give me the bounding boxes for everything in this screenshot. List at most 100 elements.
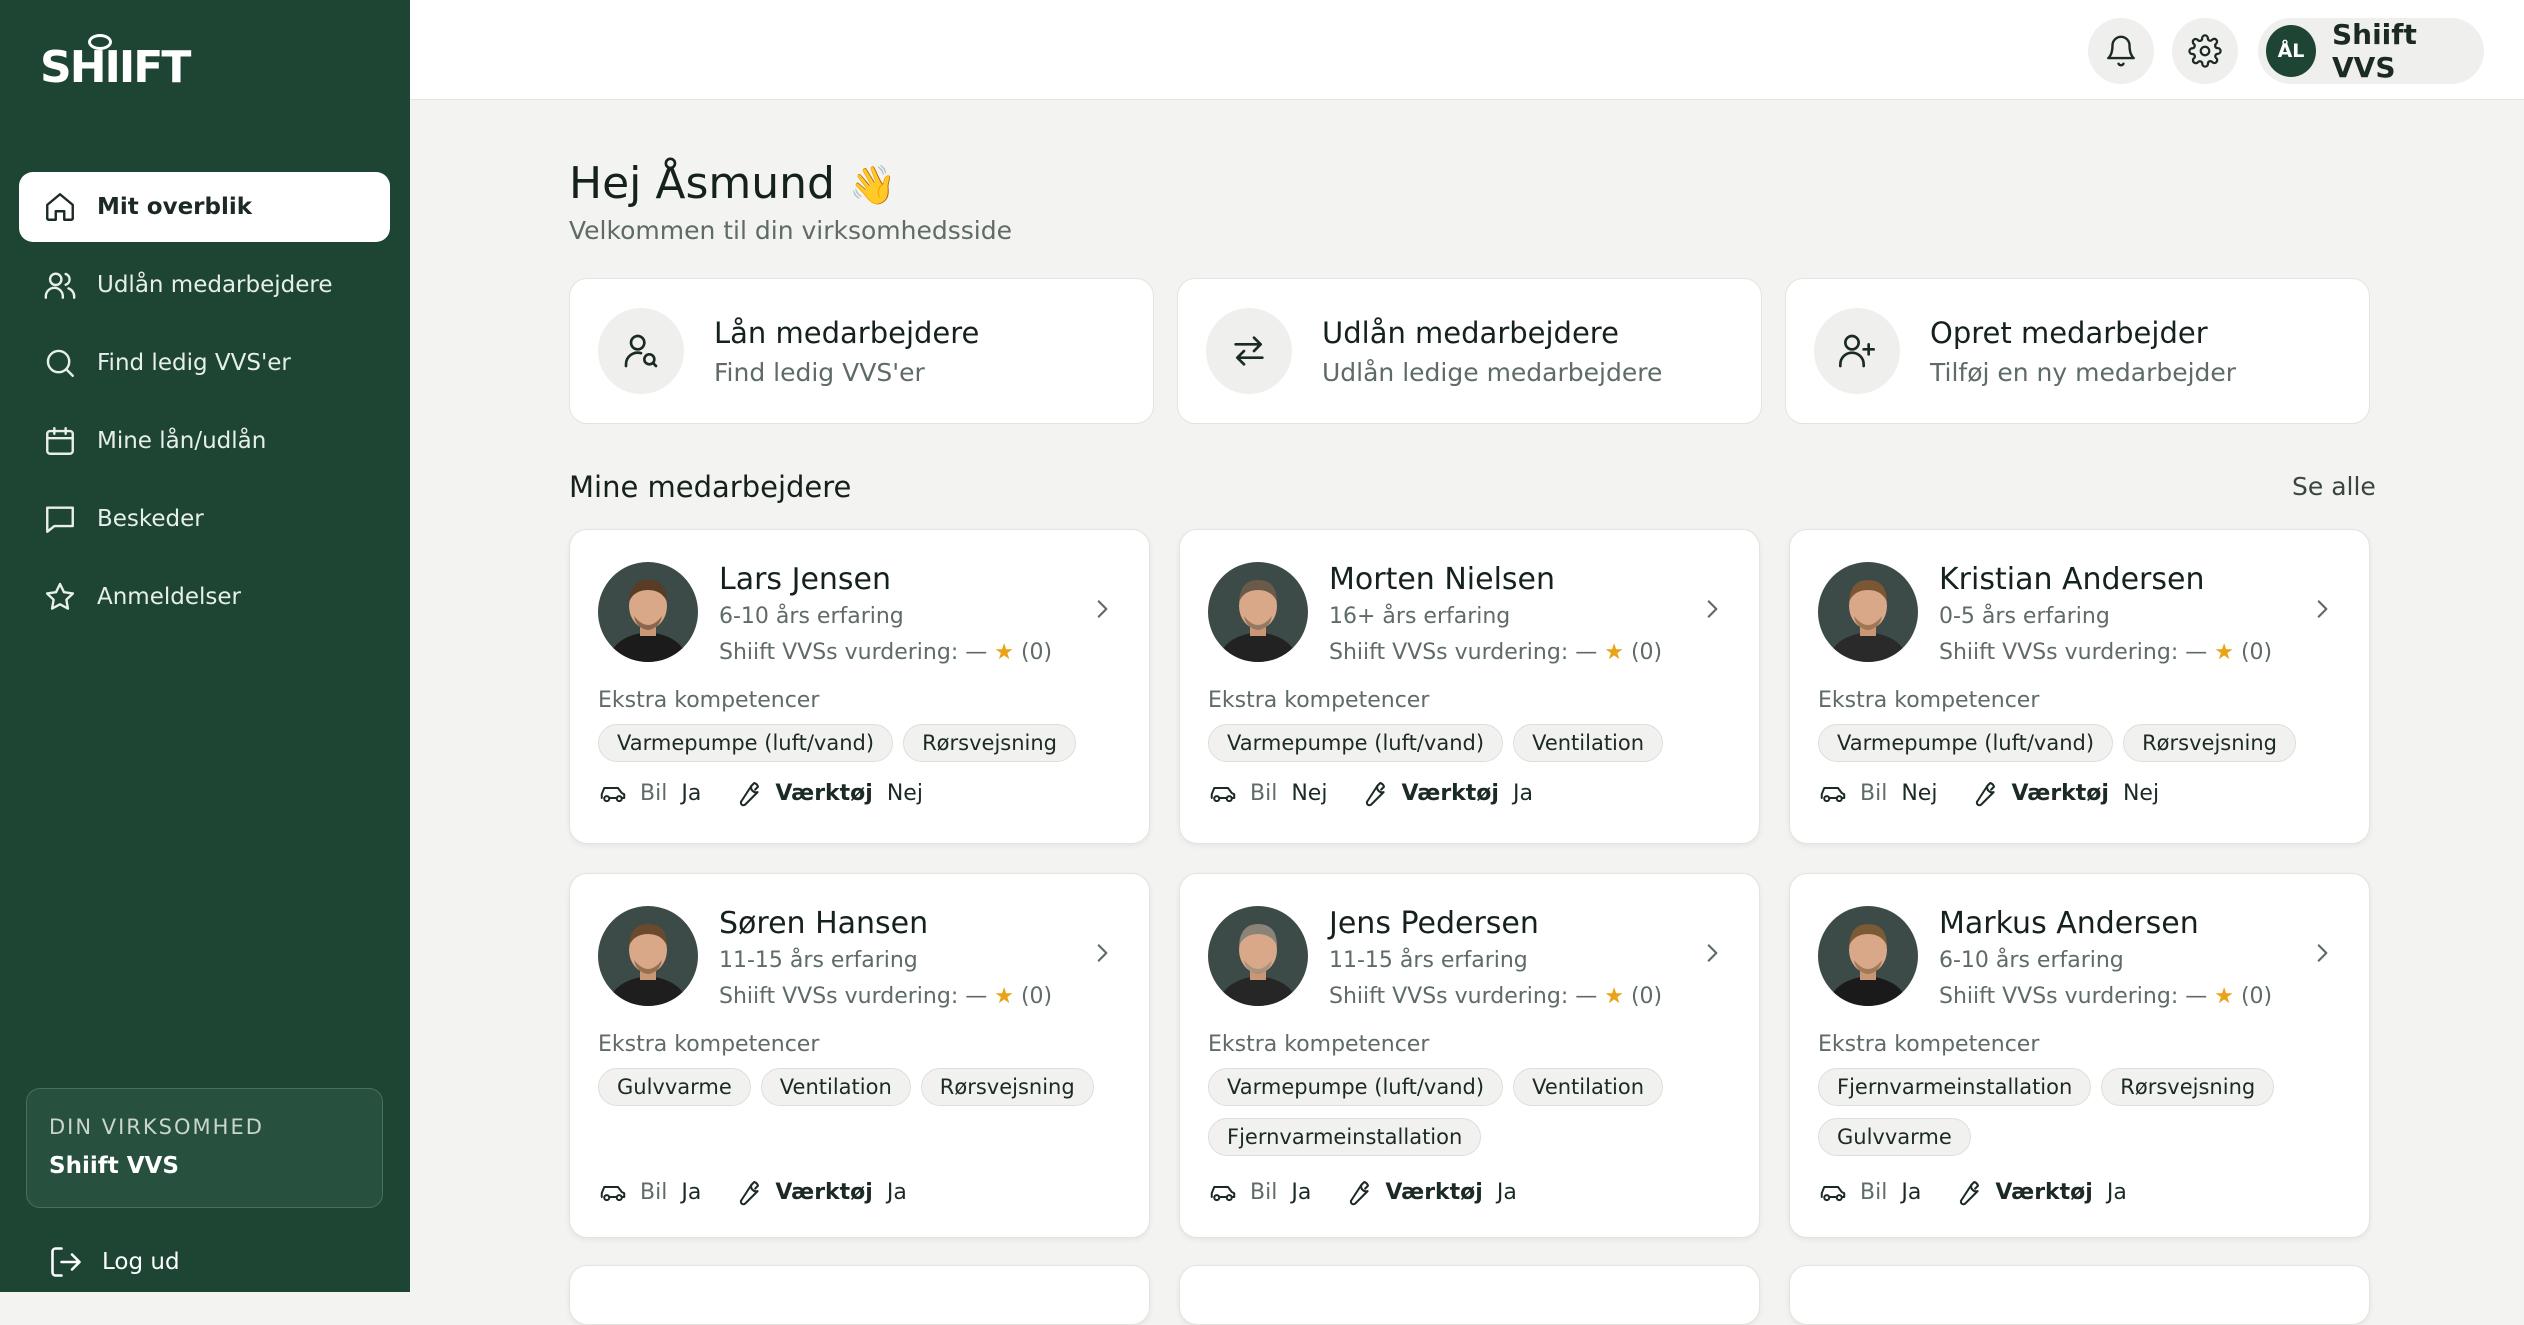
user-menu[interactable]: ÅL Shiift VVS: [2258, 18, 2484, 84]
chevron-right-icon[interactable]: [2309, 940, 2335, 966]
skill-tag: Fjernvarmeinstallation: [1208, 1118, 1482, 1156]
chevron-right-icon[interactable]: [1089, 940, 1115, 966]
skill-tag: Gulvvarme: [598, 1068, 751, 1106]
notifications-button[interactable]: [2088, 18, 2154, 84]
sidebar-item-label: Mine lån/udlån: [97, 428, 267, 454]
tools-value: Nej: [2122, 780, 2160, 806]
employee-card[interactable]: [1789, 1265, 2370, 1325]
user-name: Shiift VVS: [2331, 18, 2417, 84]
employee-rating: Shiift VVSs vurdering: — ★ (0): [1939, 640, 2272, 665]
action-title: Opret medarbejder: [1930, 315, 2208, 350]
employee-name: Morten Nielsen: [1329, 562, 1556, 597]
employee-name: Lars Jensen: [719, 562, 892, 597]
star-icon: [45, 582, 75, 610]
car-icon: [600, 787, 626, 803]
tag-list: Varmepumpe (luft/vand) Rørsvejsning: [1818, 724, 2338, 762]
rating-count: (0): [1630, 984, 1663, 1009]
tag-list: Varmepumpe (luft/vand) Ventilation Fjernva…: [1208, 1068, 1728, 1156]
star-icon: ★: [994, 984, 1014, 1009]
employee-experience: 0-5 års erfaring: [1939, 604, 2110, 629]
action-icon-wrap: [1206, 308, 1292, 394]
skill-tag: Varmepumpe (luft/vand): [1208, 724, 1504, 762]
user-plus-icon: [1839, 334, 1875, 368]
tools-value: Ja: [1496, 1179, 1517, 1205]
search-icon: [46, 349, 74, 377]
action-card-udlaan[interactable]: Udlån medarbejdere Udlån ledige medarbej…: [1177, 278, 1762, 424]
employee-card[interactable]: Markus Andersen 6-10 års erfaring Shiift…: [1789, 873, 2370, 1238]
car-label: Bil: [640, 780, 668, 806]
logout-label: Log ud: [102, 1249, 180, 1275]
rating-text: Shiift VVSs vurdering: —: [1329, 984, 1598, 1009]
tag-list: Gulvvarme Ventilation Rørsvejsning: [598, 1068, 1118, 1106]
car-label: Bil: [1250, 780, 1278, 806]
car-value: Ja: [1291, 1179, 1312, 1205]
home-icon: [46, 193, 74, 221]
employee-experience: 6-10 års erfaring: [719, 604, 904, 629]
chevron-right-icon[interactable]: [2309, 596, 2335, 622]
rating-text: Shiift VVSs vurdering: —: [1329, 640, 1598, 665]
sidebar-item-beskeder[interactable]: Beskeder: [19, 484, 390, 554]
employee-card[interactable]: Jens Pedersen 11-15 års erfaring Shiift …: [1179, 873, 1760, 1238]
chevron-right-icon[interactable]: [1699, 940, 1725, 966]
employee-photo: [598, 906, 698, 1006]
rating-text: Shiift VVSs vurdering: —: [1939, 984, 2208, 1009]
see-all-link[interactable]: Se alle: [2292, 472, 2376, 501]
komp-label: Ekstra kompetencer: [598, 688, 820, 713]
komp-label: Ekstra kompetencer: [1818, 1032, 2040, 1057]
tag-list: Varmepumpe (luft/vand) Ventilation: [1208, 724, 1728, 762]
car-icon: [600, 1186, 626, 1202]
wave-icon: 👋: [848, 163, 897, 207]
tools-label: Værktøj: [1401, 780, 1499, 806]
star-icon: ★: [2214, 640, 2234, 665]
employee-card[interactable]: Lars Jensen 6-10 års erfaring Shiift VVS…: [569, 529, 1150, 844]
wrench-icon: [740, 782, 760, 807]
employee-name: Kristian Andersen: [1939, 562, 2205, 597]
skill-tag: Rørsvejsning: [903, 724, 1076, 762]
sidebar-item-find-ledig[interactable]: Find ledig VVS'er: [19, 328, 390, 398]
employee-meta: Bil Ja Værktøj Ja: [1208, 1177, 1517, 1207]
page-subtitle: Velkommen til din virksomhedsside: [569, 216, 1013, 245]
sidebar-item-label: Anmeldelser: [97, 584, 241, 610]
employee-experience: 6-10 års erfaring: [1939, 948, 2124, 973]
employee-card[interactable]: [1179, 1265, 1760, 1325]
action-title: Lån medarbejdere: [714, 315, 980, 350]
employee-name: Jens Pedersen: [1329, 906, 1539, 941]
star-icon: ★: [994, 640, 1014, 665]
action-icon-wrap: [1814, 308, 1900, 394]
sidebar-item-mine-laan[interactable]: Mine lån/udlån: [19, 406, 390, 476]
logout-icon: [51, 1247, 81, 1277]
skill-tag: Ventilation: [760, 1068, 911, 1106]
sidebar-item-udlan-medarbejdere[interactable]: Udlån medarbejdere: [19, 250, 390, 320]
tools-value: Ja: [886, 1179, 907, 1205]
employee-rating: Shiift VVSs vurdering: — ★ (0): [719, 984, 1052, 1009]
chevron-right-icon[interactable]: [1699, 596, 1725, 622]
employee-card[interactable]: Kristian Andersen 0-5 års erfaring Shiif…: [1789, 529, 2370, 844]
settings-button[interactable]: [2172, 18, 2238, 84]
shiift-logo[interactable]: SHIIFT: [40, 34, 191, 93]
employee-name: Søren Hansen: [719, 906, 929, 941]
action-card-opret[interactable]: Opret medarbejder Tilføj en ny medarbejd…: [1785, 278, 2370, 424]
page-title: Hej Åsmund 👋: [569, 158, 896, 209]
employee-meta: Bil Ja Værktøj Nej: [598, 778, 923, 808]
logout-button[interactable]: Log ud: [48, 1244, 180, 1280]
rating-text: Shiift VVSs vurdering: —: [719, 984, 988, 1009]
employee-experience: 16+ års erfaring: [1329, 604, 1511, 629]
chevron-right-icon[interactable]: [1089, 596, 1115, 622]
bell-icon: [2107, 35, 2135, 67]
skill-tag: Varmepumpe (luft/vand): [1208, 1068, 1504, 1106]
employee-meta: Bil Ja Værktøj Ja: [598, 1177, 907, 1207]
employee-photo: [1208, 562, 1308, 662]
rating-count: (0): [1020, 640, 1053, 665]
sidebar-item-mit-overblik[interactable]: Mit overblik: [19, 172, 390, 242]
sidebar-item-anmeldelser[interactable]: Anmeldelser: [19, 562, 390, 632]
skill-tag: Rørsvejsning: [2101, 1068, 2275, 1106]
employee-photo: [598, 562, 698, 662]
calendar-icon: [46, 427, 74, 455]
rating-text: Shiift VVSs vurdering: —: [719, 640, 988, 665]
action-title: Udlån medarbejdere: [1322, 315, 1619, 350]
employee-card[interactable]: [569, 1265, 1150, 1325]
employee-card[interactable]: Søren Hansen 11-15 års erfaring Shiift V…: [569, 873, 1150, 1238]
employee-card[interactable]: Morten Nielsen 16+ års erfaring Shiift V…: [1179, 529, 1760, 844]
action-card-laan[interactable]: Lån medarbejdere Find ledig VVS'er: [569, 278, 1154, 424]
employee-meta: Bil Ja Værktøj Ja: [1818, 1177, 2127, 1207]
